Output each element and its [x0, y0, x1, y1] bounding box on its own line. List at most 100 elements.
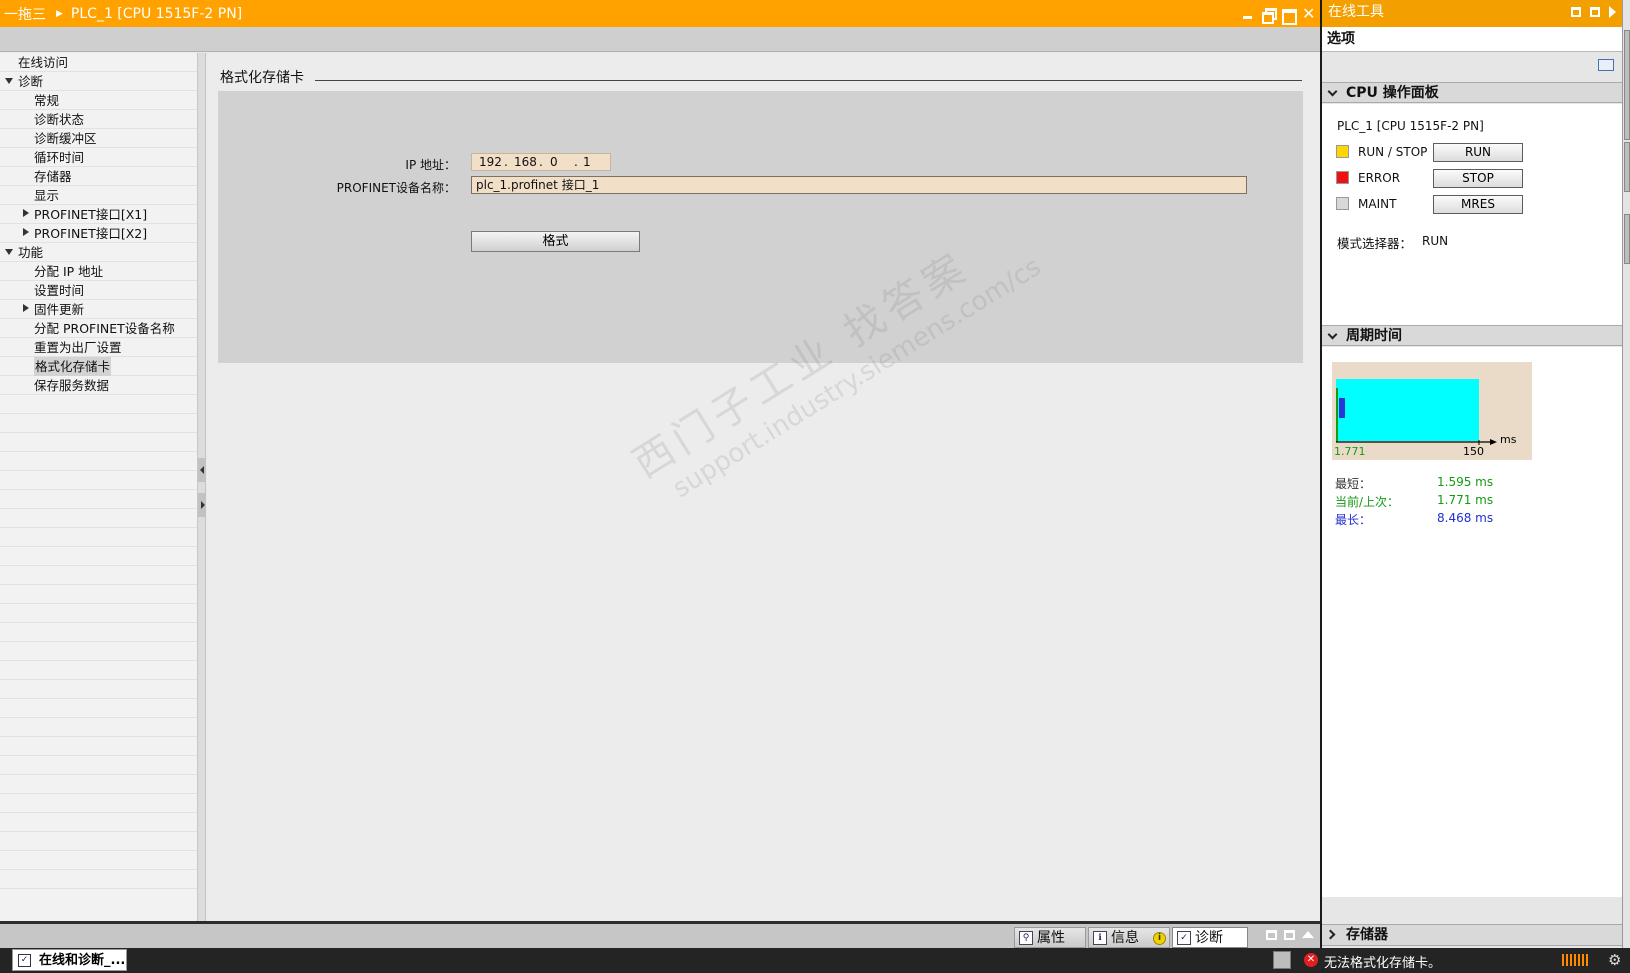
expand-right-icon[interactable]	[198, 493, 206, 517]
storage-header[interactable]: 存储器	[1322, 924, 1622, 946]
tree-item-label: 在线访问	[18, 55, 69, 70]
cpu-panel-header[interactable]: CPU 操作面板	[1322, 82, 1622, 103]
tree-empty-row	[0, 395, 197, 414]
tree-splitter[interactable]	[198, 53, 206, 921]
task-card-tab[interactable]	[1624, 142, 1630, 192]
inspector-tab-bar: ⚲ 属性 ℹ 信息 i ✓ 诊断	[0, 921, 1320, 948]
ip-octet-1: 192	[479, 155, 502, 169]
min-cycle-value: 1.595 ms	[1437, 475, 1494, 489]
stop-button[interactable]: STOP	[1433, 169, 1523, 188]
open-editor-label: 在线和诊断_...	[39, 953, 126, 968]
tree-empty-row	[0, 509, 197, 528]
task-card-title-bar: 在线工具	[1322, 0, 1622, 27]
cycle-time-panel: 1.771 150 ms 最短： 1.595 ms 当前/上次： 1.771 m…	[1322, 347, 1622, 897]
float-inspector-icon[interactable]	[1266, 930, 1277, 940]
close-icon[interactable]: ✕	[1302, 5, 1315, 21]
tree-item-label: 诊断	[18, 74, 44, 89]
axis-start-label: 1.771	[1334, 445, 1366, 458]
maximize-icon[interactable]	[1282, 8, 1297, 25]
tree-item[interactable]: 固件更新	[0, 300, 197, 319]
tree-item[interactable]: 循环时间	[0, 148, 197, 167]
tree-item[interactable]: 存储器	[0, 167, 197, 186]
task-card-tab[interactable]	[1624, 214, 1630, 264]
expand-inspector-icon[interactable]	[1302, 931, 1314, 938]
tree-item-label: PROFINET接口[X2]	[34, 226, 148, 241]
tree-empty-row	[0, 528, 197, 547]
mres-button[interactable]: MRES	[1433, 195, 1523, 214]
collapsed-arrow-icon[interactable]	[21, 209, 31, 219]
tree-item-label: 诊断状态	[34, 112, 85, 127]
breadcrumb-project[interactable]: 一拖三	[0, 4, 46, 24]
tree-item-label: 存储器	[34, 169, 72, 184]
ip-octet-4: 1	[583, 155, 591, 169]
format-button[interactable]: 格式	[471, 231, 640, 252]
collapsed-arrow-icon[interactable]	[21, 304, 31, 314]
info-badge-icon: i	[1153, 932, 1166, 945]
tree-item[interactable]: PROFINET接口[X1]	[0, 205, 197, 224]
run-button[interactable]: RUN	[1433, 143, 1523, 162]
editor-toolbar	[0, 27, 1320, 52]
tree-item-label: 功能	[18, 245, 44, 260]
expanded-arrow-icon[interactable]	[5, 247, 15, 257]
expanded-arrow-icon[interactable]	[5, 76, 15, 86]
tree-empty-row	[0, 566, 197, 585]
tree-item[interactable]: 分配 PROFINET设备名称	[0, 319, 197, 338]
status-message[interactable]: 无法格式化存储卡。	[1324, 952, 1441, 971]
tab-info[interactable]: ℹ 信息 i	[1088, 927, 1170, 948]
editor-title-bar: 一拖三 ▶ PLC_1 [CPU 1515F-2 PN] ✕	[0, 0, 1320, 27]
ip-address-field[interactable]: 192 . 168 . 0 . 1	[471, 153, 611, 171]
run-stop-label: RUN / STOP	[1358, 145, 1428, 159]
collapsed-arrow-icon[interactable]	[21, 228, 31, 238]
axis-unit-label: ms	[1500, 433, 1517, 446]
profinet-name-field[interactable]: plc_1.profinet 接口_1	[471, 176, 1247, 194]
tree-item[interactable]: 分配 IP 地址	[0, 262, 197, 281]
cycle-max-bar	[1339, 398, 1345, 418]
tree-item[interactable]: 格式化存储卡	[0, 357, 197, 376]
float-window-icon[interactable]	[1262, 7, 1277, 24]
maximize-task-card-icon[interactable]	[1590, 7, 1600, 17]
max-cycle-label: 最长：	[1335, 513, 1372, 527]
tree-item[interactable]: PROFINET接口[X2]	[0, 224, 197, 243]
inspector-window-controls	[1266, 930, 1314, 940]
current-cycle-label: 当前/上次：	[1335, 495, 1400, 509]
maint-label: MAINT	[1358, 197, 1397, 211]
task-card-tab[interactable]	[1624, 30, 1630, 140]
tree-item-label: 固件更新	[34, 302, 85, 317]
maximize-inspector-icon[interactable]	[1284, 930, 1295, 940]
overview-grid-icon[interactable]	[1273, 951, 1291, 969]
cycle-time-header[interactable]: 周期时间	[1322, 325, 1622, 346]
tree-empty-row	[0, 452, 197, 471]
tree-item[interactable]: 诊断	[0, 72, 197, 91]
tree-item-label: 分配 IP 地址	[34, 264, 104, 279]
breadcrumb-device[interactable]: PLC_1 [CPU 1515F-2 PN]	[71, 6, 242, 22]
settings-icon[interactable]: ⚙	[1608, 951, 1621, 969]
section-divider	[315, 80, 1302, 81]
tree-item[interactable]: 设置时间	[0, 281, 197, 300]
section-title: 格式化存储卡	[220, 70, 304, 86]
profinet-name-label: PROFINET设备名称：	[336, 181, 456, 195]
minimize-icon[interactable]	[1242, 8, 1254, 20]
tree-empty-row	[0, 433, 197, 452]
tree-item[interactable]: 常规	[0, 91, 197, 110]
tree-item[interactable]: 诊断缓冲区	[0, 129, 197, 148]
cycle-time-title: 周期时间	[1346, 328, 1402, 344]
window-layout-icon[interactable]	[1598, 59, 1614, 71]
tree-item[interactable]: 保存服务数据	[0, 376, 197, 395]
min-cycle-label: 最短：	[1335, 477, 1372, 491]
tab-properties[interactable]: ⚲ 属性	[1014, 927, 1086, 948]
error-icon: ✕	[1304, 953, 1318, 967]
collapse-task-card-icon[interactable]	[1609, 6, 1616, 18]
tree-item[interactable]: 诊断状态	[0, 110, 197, 129]
tree-item[interactable]: 重置为出厂设置	[0, 338, 197, 357]
float-task-card-icon[interactable]	[1571, 7, 1581, 17]
tree-item[interactable]: 显示	[0, 186, 197, 205]
tree-item[interactable]: 功能	[0, 243, 197, 262]
mode-selector-label: 模式选择器：	[1337, 236, 1413, 251]
tree-empty-row	[0, 680, 197, 699]
tree-item[interactable]: 在线访问	[0, 53, 197, 72]
tree-empty-row	[0, 547, 197, 566]
tree-empty-row	[0, 794, 197, 813]
collapse-left-icon[interactable]	[198, 458, 206, 482]
tab-diagnostics[interactable]: ✓ 诊断	[1172, 927, 1248, 948]
open-editor-button[interactable]: ✓ 在线和诊断_...	[12, 949, 127, 971]
